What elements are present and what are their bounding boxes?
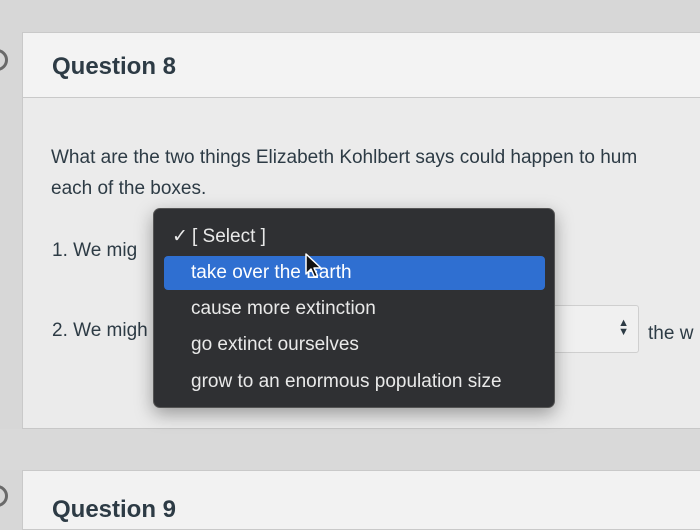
question-gap bbox=[0, 429, 700, 470]
question-8-prompt: What are the two things Elizabeth Kohlbe… bbox=[51, 142, 700, 204]
option-label: [ Select ] bbox=[192, 226, 266, 247]
dropdown-option-take-over-the-earth[interactable]: take over the Earth bbox=[164, 256, 545, 290]
question-8-header: Question 8 bbox=[22, 32, 700, 98]
mouse-cursor-icon bbox=[305, 253, 322, 278]
question-8-divider bbox=[22, 428, 700, 429]
item-2-trailing-text: the w bbox=[648, 323, 694, 344]
question-8-title: Question 8 bbox=[52, 53, 177, 80]
item-2-label: 2. We migh bbox=[52, 320, 148, 341]
question-9-title: Question 9 bbox=[52, 496, 177, 523]
prompt-line-2: each of the boxes. bbox=[51, 178, 207, 199]
dropdown-option-grow-population[interactable]: grow to an enormous population size bbox=[164, 365, 545, 399]
dropdown-option-go-extinct-ourselves[interactable]: go extinct ourselves bbox=[164, 328, 545, 362]
checkmark-icon: ✓ bbox=[172, 226, 188, 247]
answer-dropdown-menu[interactable]: ✓[ Select ] take over the Earth cause mo… bbox=[153, 208, 555, 408]
prompt-line-1: What are the two things Elizabeth Kohlbe… bbox=[51, 147, 638, 168]
question-9-header: Question 9 bbox=[22, 470, 700, 530]
expand-arrow-icon[interactable] bbox=[0, 485, 8, 507]
select-arrows-icon: ▲ ▼ bbox=[618, 317, 629, 338]
dropdown-option-select[interactable]: ✓[ Select ] bbox=[164, 220, 545, 254]
dropdown-option-cause-more-extinction[interactable]: cause more extinction bbox=[164, 292, 545, 326]
collapse-arrow-icon[interactable] bbox=[0, 49, 8, 71]
item-1-label: 1. We mig bbox=[52, 240, 138, 261]
